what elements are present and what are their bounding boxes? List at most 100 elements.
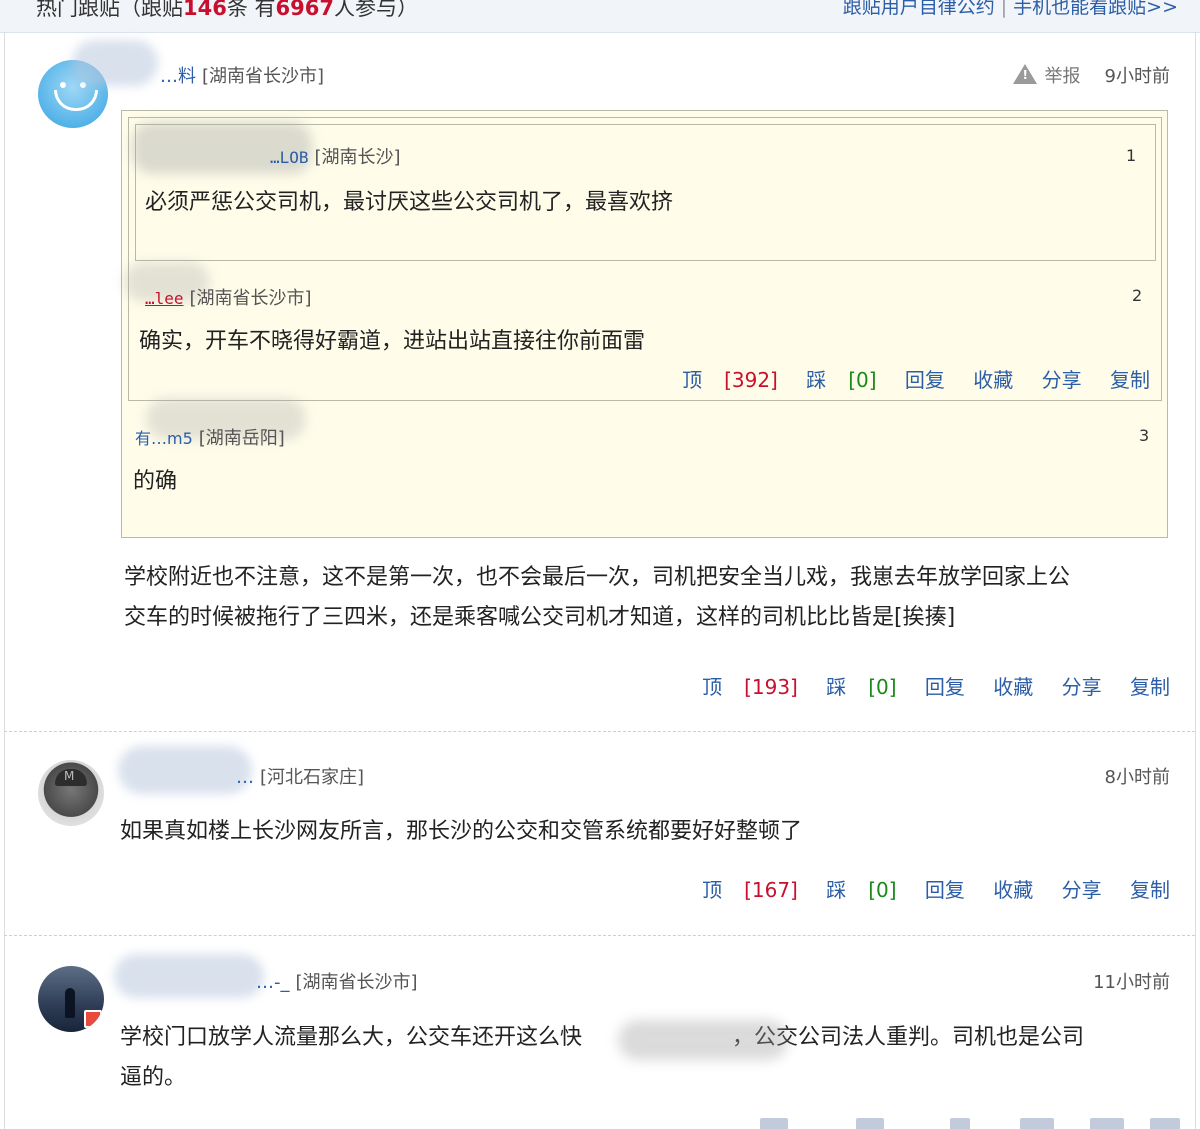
cut-off-action: [1150, 1118, 1180, 1129]
upvote-count: [167]: [744, 878, 798, 902]
copy-button[interactable]: 复制: [1110, 368, 1150, 392]
mobile-comments-link[interactable]: 手机也能看跟贴>>: [1013, 0, 1178, 18]
quote-actions: 顶 [392] 踩 [0] 回复 收藏 分享 复制: [682, 364, 1150, 393]
user-location: [湖南省长沙市]: [295, 972, 418, 993]
reply-button[interactable]: 回复: [925, 675, 965, 699]
comment-text-line: 如果真如楼上长沙网友所言，那长沙的公交和交管系统都要好好整顿了: [120, 819, 803, 844]
cut-off-action: [1020, 1118, 1054, 1129]
right-border: [1195, 32, 1196, 1129]
comment-text-line: 逼的。: [120, 1065, 187, 1090]
self-discipline-link[interactable]: 跟贴用户自律公约: [843, 0, 995, 18]
downvote-button[interactable]: 踩 [0]: [826, 675, 896, 699]
comment-text-segment: 学校门口放学人流量那么大，公交车还开这么快: [120, 1025, 583, 1050]
comment-author[interactable]: …-_ [湖南省长沙市]: [256, 968, 418, 994]
reply-button[interactable]: 回复: [905, 368, 945, 392]
downvote-label[interactable]: 踩: [826, 675, 846, 699]
upvote-label[interactable]: 顶: [682, 368, 702, 392]
cut-off-action: [856, 1118, 884, 1129]
cut-off-action: [760, 1118, 788, 1129]
upvote-button[interactable]: 顶 [392]: [682, 368, 778, 392]
quote-username[interactable]: 有…m5: [135, 429, 193, 448]
reply-button[interactable]: 回复: [925, 878, 965, 902]
comment-text-line: 学校附近也不注意，这不是第一次，也不会最后一次，司机把安全当儿戏，我崽去年放学回…: [124, 565, 1071, 590]
title-text: 热门跟贴: [36, 0, 120, 20]
privacy-blur: [114, 954, 264, 998]
left-border: [4, 32, 5, 1129]
quote-text: 的确: [133, 469, 178, 494]
floor-number: 1: [1126, 146, 1137, 165]
comment-meta: 举报 9小时前: [1012, 62, 1170, 88]
share-button[interactable]: 分享: [1042, 368, 1082, 392]
cut-off-action: [1090, 1118, 1124, 1129]
comment-time: 9小时前: [1104, 66, 1170, 87]
downvote-label[interactable]: 踩: [806, 368, 826, 392]
quote-author[interactable]: …lee [湖南省长沙市]: [145, 284, 312, 310]
downvote-button[interactable]: 踩 [0]: [806, 368, 876, 392]
upvote-count: [193]: [744, 675, 798, 699]
share-button[interactable]: 分享: [1062, 675, 1102, 699]
favorite-button[interactable]: 收藏: [993, 675, 1033, 699]
upvote-button[interactable]: 顶 [193]: [702, 675, 798, 699]
quote-text: 必须严惩公交司机，最讨厌这些公交司机了，最喜欢挤: [145, 190, 674, 215]
header-separator: |: [1000, 0, 1008, 18]
cap-icon: M: [55, 769, 87, 786]
hot-comments-title: 热门跟贴（跟贴146条 有6967人参与）: [36, 0, 418, 22]
downvote-count: [0]: [868, 675, 897, 699]
comments-header: 热门跟贴（跟贴146条 有6967人参与） 跟贴用户自律公约 | 手机也能看跟贴>>: [0, 0, 1200, 33]
favorite-button[interactable]: 收藏: [973, 368, 1013, 392]
comment-author[interactable]: …料 [湖南省长沙市]: [160, 62, 324, 88]
username-text[interactable]: …-_: [256, 972, 290, 993]
warning-icon[interactable]: [1012, 64, 1037, 84]
downvote-label[interactable]: 踩: [826, 878, 846, 902]
smile-icon: [54, 90, 98, 111]
quote-author[interactable]: …LOB [湖南长沙]: [270, 143, 401, 169]
post-count: 146: [183, 0, 227, 20]
upvote-button[interactable]: 顶 [167]: [702, 878, 798, 902]
quote-author[interactable]: 有…m5 [湖南岳阳]: [135, 424, 285, 450]
comment-time: 11小时前: [1093, 972, 1170, 993]
participant-count: 6967: [275, 0, 334, 20]
title-count-prefix: （跟贴: [120, 0, 183, 20]
user-avatar[interactable]: [38, 966, 104, 1032]
comment-body: 学校附近也不注意，这不是第一次，也不会最后一次，司机把安全当儿戏，我崽去年放学回…: [124, 558, 1070, 638]
person-silhouette-icon: [65, 988, 75, 1018]
quote-username[interactable]: …LOB: [270, 148, 309, 167]
upvote-count: [392]: [724, 368, 778, 392]
privacy-blur: [72, 40, 158, 86]
quote-text: 确实，开车不晓得好霸道，进站出站直接往你前面雷: [139, 329, 646, 354]
comment-text-line: 交车的时候被拖行了三四米，还是乘客喊公交司机才知道，这样的司机比比皆是[挨揍]: [124, 605, 956, 630]
copy-button[interactable]: 复制: [1130, 675, 1170, 699]
comment-divider: [4, 731, 1195, 732]
floor-number: 2: [1132, 286, 1143, 305]
username-text[interactable]: …料: [160, 66, 196, 87]
comment-meta: 11小时前: [1093, 968, 1170, 994]
username-text[interactable]: …: [236, 767, 254, 788]
badge-icon: [84, 1010, 102, 1028]
comment-divider: [4, 935, 1195, 936]
floor-number: 3: [1139, 426, 1150, 445]
copy-button[interactable]: 复制: [1130, 878, 1170, 902]
actions-row-partial: [760, 1118, 1180, 1129]
quote-location: [湖南省长沙市]: [189, 288, 312, 309]
title-count-mid: 条 有: [226, 0, 276, 20]
comment-actions: 顶 [193] 踩 [0] 回复 收藏 分享 复制: [702, 671, 1170, 700]
avatar-eye: [60, 82, 66, 88]
upvote-label[interactable]: 顶: [702, 878, 722, 902]
downvote-count: [0]: [868, 878, 897, 902]
downvote-count: [0]: [848, 368, 877, 392]
header-links: 跟贴用户自律公约 | 手机也能看跟贴>>: [843, 0, 1178, 19]
upvote-label[interactable]: 顶: [702, 675, 722, 699]
title-count-suffix: 人参与）: [333, 0, 418, 20]
comment-meta: 8小时前: [1105, 763, 1170, 789]
user-avatar[interactable]: M: [38, 760, 104, 826]
share-button[interactable]: 分享: [1062, 878, 1102, 902]
report-link[interactable]: 举报: [1045, 66, 1081, 87]
downvote-button[interactable]: 踩 [0]: [826, 878, 896, 902]
quote-username[interactable]: …lee: [145, 289, 184, 308]
cut-off-action: [950, 1118, 970, 1129]
comment-author[interactable]: … [河北石家庄]: [236, 763, 364, 789]
privacy-blur: [618, 1020, 788, 1060]
favorite-button[interactable]: 收藏: [993, 878, 1033, 902]
privacy-blur: [118, 746, 252, 794]
quote-location: [湖南长沙]: [314, 147, 401, 168]
